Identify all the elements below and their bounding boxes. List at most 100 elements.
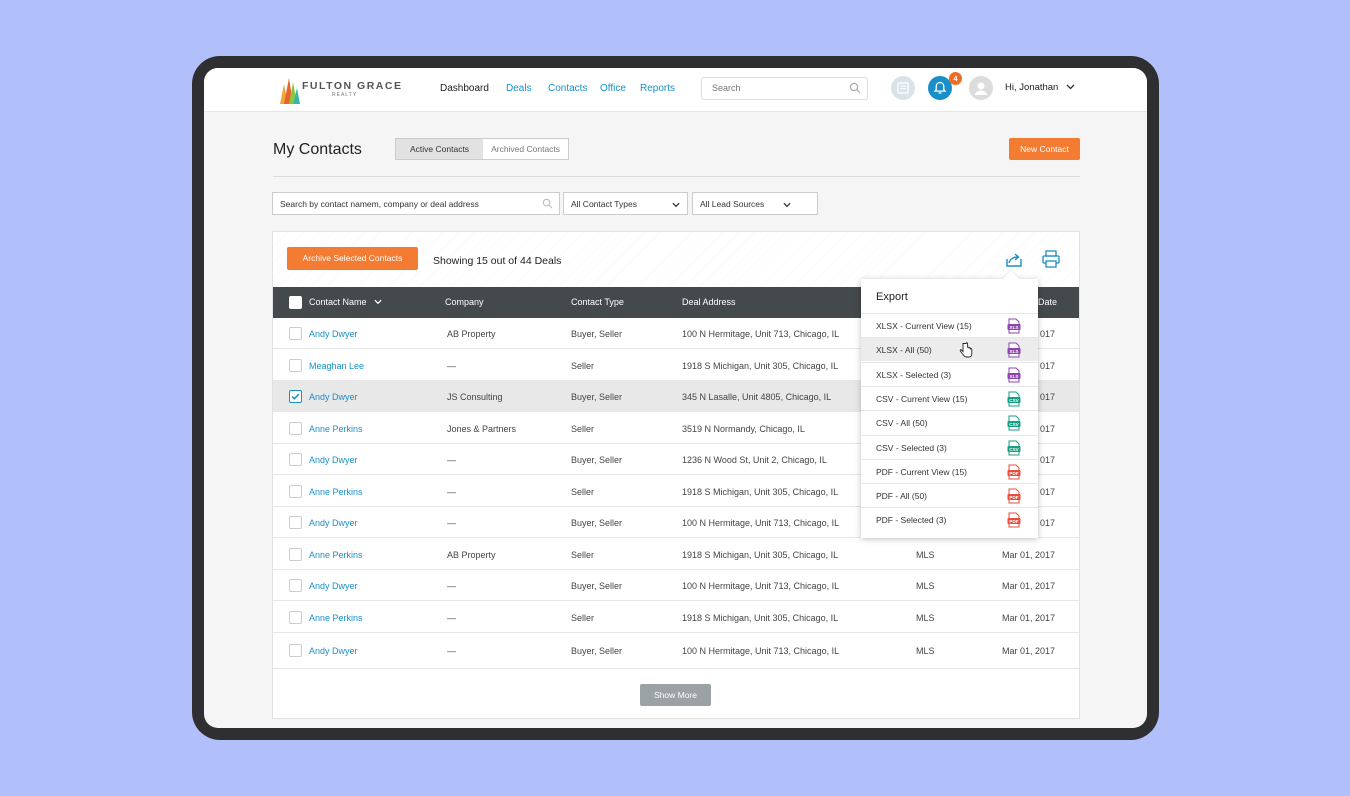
contact-name-link[interactable]: Andy Dwyer: [309, 646, 358, 656]
export-option-pdf[interactable]: PDF - Current View (15) PDF: [861, 458, 1038, 483]
company-cell: —: [447, 613, 456, 623]
svg-text:PDF: PDF: [1009, 495, 1018, 500]
nav-contacts[interactable]: Contacts: [548, 83, 587, 94]
row-checkbox[interactable]: [289, 390, 302, 403]
export-icon[interactable]: [1004, 251, 1024, 269]
date-cell: 017: [1039, 455, 1055, 465]
table-row[interactable]: Anne Perkins — Seller 1918 S Michigan, Unit…: [273, 602, 1079, 633]
nav-reports[interactable]: Reports: [640, 83, 675, 94]
col-contact-type[interactable]: Contact Type: [571, 297, 624, 307]
lead-source-cell: MLS: [916, 646, 935, 656]
export-option-csv[interactable]: CSV - Current View (15) CSV: [861, 385, 1038, 410]
check-icon: [291, 393, 300, 400]
export-option-csv[interactable]: CSV - Selected (3) CSV: [861, 434, 1038, 459]
export-option-label: CSV - All (50): [876, 418, 928, 429]
lead-source-select[interactable]: All Lead Sources: [692, 192, 818, 215]
row-checkbox[interactable]: [289, 422, 302, 435]
date-cell: 017: [1039, 329, 1055, 339]
tab-active-contacts[interactable]: Active Contacts: [396, 139, 484, 159]
search-icon[interactable]: [849, 82, 861, 94]
export-option-label: XLSX - Selected (3): [876, 369, 952, 380]
deal-address-cell: 100 N Hermitage, Unit 713, Chicago, IL: [682, 329, 840, 339]
table-row[interactable]: Andy Dwyer — Buyer, Seller 100 N Hermitage,…: [273, 570, 1079, 601]
user-menu[interactable]: Hi, Jonathan: [1005, 82, 1075, 93]
row-checkbox[interactable]: [289, 579, 302, 592]
export-option-xls[interactable]: XLSX - Selected (3) XLS: [861, 361, 1038, 386]
brand-logo[interactable]: FULTON GRACE REALTY: [278, 72, 408, 108]
company-cell: —: [447, 487, 456, 497]
nav-dashboard[interactable]: Dashboard: [440, 83, 489, 94]
contact-type-cell: Seller: [571, 613, 595, 623]
xls-file-icon: XLS: [1007, 318, 1021, 334]
nav-office[interactable]: Office: [600, 83, 626, 94]
contact-name-link[interactable]: Andy Dwyer: [309, 455, 358, 465]
deal-address-cell: 1236 N Wood St, Unit 2, Chicago, IL: [682, 455, 827, 465]
table-row[interactable]: Andy Dwyer — Buyer, Seller 100 N Hermitage,…: [273, 635, 1079, 669]
export-option-xls[interactable]: XLSX - Current View (15) XLS: [861, 313, 1038, 337]
row-checkbox[interactable]: [289, 453, 302, 466]
chevron-down-icon: [672, 202, 680, 208]
contact-search-field[interactable]: Search by contact namem, company or deal…: [272, 192, 560, 215]
row-checkbox[interactable]: [289, 485, 302, 498]
contact-name-link[interactable]: Anne Perkins: [309, 550, 363, 560]
col-deal-address[interactable]: Deal Address: [682, 297, 736, 307]
nav-deals[interactable]: Deals: [506, 83, 532, 94]
export-option-pdf[interactable]: PDF - Selected (3) PDF: [861, 507, 1038, 531]
row-checkbox[interactable]: [289, 516, 302, 529]
contacts-tab-switch: Active Contacts Archived Contacts: [395, 138, 570, 160]
date-cell: 017: [1039, 424, 1055, 434]
search-icon: [542, 198, 553, 209]
export-option-pdf[interactable]: PDF - All (50) PDF: [861, 483, 1038, 507]
svg-text:PDF: PDF: [1009, 519, 1018, 524]
export-option-xls[interactable]: XLSX - All (50) XLS: [861, 337, 1038, 362]
show-more-button[interactable]: Show More: [640, 684, 711, 706]
col-contact-name[interactable]: Contact Name: [309, 297, 382, 307]
contact-type-value: All Contact Types: [571, 199, 637, 209]
new-contact-button[interactable]: New Contact: [1009, 138, 1080, 160]
export-option-label: CSV - Current View (15): [876, 393, 968, 404]
row-checkbox[interactable]: [289, 644, 302, 657]
contact-name-link[interactable]: Andy Dwyer: [309, 518, 358, 528]
csv-file-icon: CSV: [1007, 391, 1021, 407]
notification-count-badge: 4: [949, 72, 962, 85]
user-avatar[interactable]: [969, 76, 993, 100]
xls-file-icon: XLS: [1007, 342, 1021, 358]
chevron-down-icon: [1066, 84, 1075, 90]
contact-name-link[interactable]: Andy Dwyer: [309, 581, 358, 591]
company-cell: Jones & Partners: [447, 424, 517, 434]
tab-archived-contacts[interactable]: Archived Contacts: [483, 139, 568, 159]
select-all-checkbox[interactable]: [289, 296, 302, 309]
contact-name-link[interactable]: Meaghan Lee: [309, 361, 364, 371]
row-checkbox[interactable]: [289, 359, 302, 372]
lead-source-cell: MLS: [916, 581, 935, 591]
row-checkbox[interactable]: [289, 611, 302, 624]
contact-name-link[interactable]: Andy Dwyer: [309, 392, 358, 402]
svg-text:CSV: CSV: [1009, 446, 1019, 451]
svg-text:XLS: XLS: [1010, 325, 1019, 330]
company-cell: JS Consulting: [447, 392, 503, 402]
contact-name-link[interactable]: Andy Dwyer: [309, 329, 358, 339]
contact-type-select[interactable]: All Contact Types: [563, 192, 688, 215]
table-row[interactable]: Anne Perkins AB Property Seller 1918 S Mich…: [273, 539, 1079, 570]
contact-name-link[interactable]: Anne Perkins: [309, 424, 363, 434]
print-icon[interactable]: [1041, 249, 1061, 269]
contact-name-link[interactable]: Anne Perkins: [309, 487, 363, 497]
col-date[interactable]: Date: [1038, 297, 1057, 307]
col-contact-name-label: Contact Name: [309, 297, 367, 307]
xls-file-icon: XLS: [1007, 367, 1021, 383]
row-checkbox[interactable]: [289, 327, 302, 340]
contact-name-link[interactable]: Anne Perkins: [309, 613, 363, 623]
global-search-input[interactable]: [712, 83, 842, 93]
row-checkbox[interactable]: [289, 548, 302, 561]
divider: [273, 176, 1080, 177]
chevron-down-icon: [783, 202, 791, 208]
export-option-csv[interactable]: CSV - All (50) CSV: [861, 410, 1038, 434]
deal-address-cell: 1918 S Michigan, Unit 305, Chicago, IL: [682, 487, 839, 497]
export-option-label: XLSX - Current View (15): [876, 321, 972, 331]
deal-address-cell: 3519 N Normandy, Chicago, IL: [682, 424, 805, 434]
col-company[interactable]: Company: [445, 297, 484, 307]
archive-selected-button[interactable]: Archive Selected Contacts: [287, 247, 418, 270]
messages-button[interactable]: [891, 76, 915, 100]
logo-subtitle: REALTY: [332, 92, 358, 98]
date-cell: 017: [1039, 518, 1055, 528]
